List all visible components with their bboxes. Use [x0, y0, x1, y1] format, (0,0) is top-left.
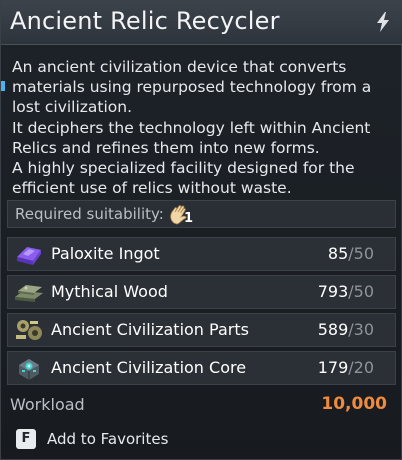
gear-parts-icon [16, 320, 42, 340]
description-line: Relics and refines them into new forms. [12, 138, 320, 157]
core-device-icon [19, 359, 39, 380]
required-suitability-row: Required suitability: 1 [7, 200, 396, 228]
lightning-bolt-icon [377, 12, 389, 32]
suitability-level: 1 [184, 211, 194, 226]
add-to-favorites-label[interactable]: Add to Favorites [47, 430, 168, 448]
material-count: 793/50 [318, 282, 374, 301]
description-marker [1, 81, 5, 91]
material-row-paloxite-ingot: Paloxite Ingot 85/50 [7, 237, 396, 271]
material-name: Mythical Wood [51, 282, 168, 301]
material-have: 85 [327, 244, 349, 263]
suitability-label: Required suitability: [15, 205, 164, 223]
description-line: materials using repurposed technology fr… [12, 78, 372, 97]
item-title: Ancient Relic Recycler [10, 7, 280, 35]
material-need: 20 [353, 358, 374, 377]
wood-planks-icon [15, 285, 43, 302]
description-text: An ancient civilization device that conv… [12, 57, 396, 198]
material-row-ancient-civilization-core: Ancient Civilization Core 179/20 [7, 351, 396, 385]
description-line: A highly specialized facility designed f… [12, 159, 355, 178]
title-bar: Ancient Relic Recycler [1, 1, 402, 45]
material-have: 793 [317, 282, 349, 301]
workload-value: 10,000 [321, 394, 387, 414]
material-row-mythical-wood: Mythical Wood 793/50 [7, 275, 396, 309]
material-need: 50 [353, 244, 374, 263]
material-count: 589/30 [318, 320, 374, 339]
material-row-ancient-civilization-parts: Ancient Civilization Parts 589/30 [7, 313, 396, 347]
material-need: 50 [353, 282, 374, 301]
material-have: 589 [317, 320, 349, 339]
material-count: 179/20 [318, 358, 374, 377]
material-name: Ancient Civilization Parts [51, 320, 249, 339]
material-name: Paloxite Ingot [51, 244, 160, 263]
description-line: efficient use of relics without waste. [12, 179, 292, 198]
material-count: 85/50 [328, 244, 374, 263]
f-key-icon[interactable]: F [16, 429, 36, 449]
description-line: lost civilization. [12, 98, 133, 117]
material-need: 30 [353, 320, 374, 339]
purple-ingot-icon [17, 247, 41, 265]
description-line: An ancient civilization device that conv… [12, 58, 347, 76]
workload-label: Workload [10, 395, 85, 414]
item-info-panel: Ancient Relic Recycler An ancient civili… [0, 0, 402, 460]
material-have: 179 [317, 358, 349, 377]
description-line: It deciphers the technology left within … [12, 118, 371, 137]
material-name: Ancient Civilization Core [51, 358, 247, 377]
